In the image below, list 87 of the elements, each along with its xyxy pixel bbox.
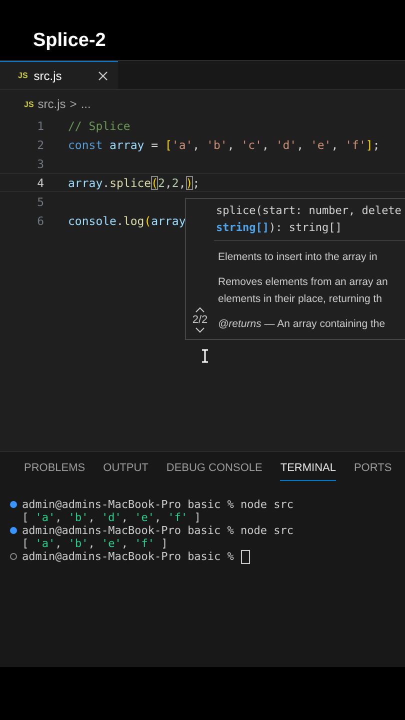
- code-token: 'a': [172, 138, 193, 152]
- breadcrumb-separator: >: [70, 97, 77, 111]
- code-token: ,: [178, 176, 186, 190]
- code-token: ,: [227, 138, 236, 152]
- code-token: =: [150, 138, 160, 152]
- terminal-output-text: ]: [193, 511, 201, 524]
- up-chevron-icon[interactable]: [195, 307, 205, 313]
- line-number: 6: [36, 214, 45, 228]
- video-title: Splice-2: [33, 30, 106, 52]
- terminal-output-text: ,: [55, 537, 63, 550]
- panel-tab[interactable]: DEBUG CONSOLE: [166, 462, 262, 481]
- close-button[interactable]: [98, 70, 108, 80]
- file-type-label: JS: [24, 100, 34, 108]
- code-token: 2: [158, 176, 165, 190]
- code-token: .: [102, 176, 110, 190]
- panel-tab[interactable]: PORTS: [354, 462, 392, 481]
- terminal-output-text: [: [22, 511, 30, 524]
- code-token: array: [110, 138, 144, 152]
- line-number: 2: [36, 138, 45, 152]
- code-token: [: [164, 138, 172, 152]
- overload-counter: 2/2: [192, 314, 208, 326]
- description-text: elements in their place, returning th: [217, 292, 384, 307]
- terminal-output-text: ,: [121, 511, 129, 524]
- code-token: ]: [366, 138, 373, 152]
- terminal-output-text: 'd': [102, 511, 122, 524]
- signature-text: string[]: [216, 221, 269, 234]
- panel-tab[interactable]: PROBLEMS: [24, 462, 86, 481]
- breadcrumb-item[interactable]: src.js: [38, 97, 66, 111]
- terminal-output-text: 'e': [134, 511, 154, 524]
- signature-text: ): string[]: [268, 221, 342, 234]
- code-token: array: [151, 214, 186, 228]
- code-token: (: [151, 176, 158, 190]
- code-token: (: [144, 214, 152, 228]
- file-type-label: JS: [18, 71, 28, 80]
- terminal-output-text: ,: [121, 537, 129, 550]
- file-tab[interactable]: JS src.js: [0, 61, 118, 89]
- code-token: ): [186, 176, 193, 190]
- line-number: 1: [36, 118, 45, 132]
- terminal-prompt: admin@admins-MacBook-Pro basic % node src: [22, 524, 294, 537]
- text-cursor-icon: [201, 349, 209, 363]
- description-text: Removes elements from an array an: [217, 275, 389, 290]
- terminal-output-text: 'f': [134, 537, 154, 550]
- code-token: log: [123, 214, 144, 228]
- parameter-doc: Elements to insert into the array in: [217, 250, 378, 265]
- terminal-prompt: admin@admins-MacBook-Pro basic %: [22, 550, 234, 563]
- terminal-output-text: ,: [55, 511, 63, 524]
- code-token: array: [68, 176, 103, 190]
- line-number: 4: [36, 176, 45, 190]
- code-token: ,: [296, 138, 305, 152]
- line-number: 5: [36, 194, 45, 208]
- terminal-output-text: 'b': [68, 511, 88, 524]
- terminal-output-text: ,: [154, 511, 162, 524]
- code-token: const: [68, 138, 104, 152]
- terminal-output-text: 'a': [35, 511, 56, 524]
- tab-label: src.js: [34, 68, 63, 82]
- panel-tab[interactable]: OUTPUT: [103, 462, 148, 481]
- terminal-output-text: ]: [160, 537, 168, 550]
- code-token: splice: [110, 176, 152, 190]
- terminal-output-text: 'b': [68, 537, 88, 550]
- code-token: ,: [192, 138, 201, 152]
- code-token: console: [68, 214, 116, 228]
- code-token: 'b': [206, 138, 228, 152]
- code-token: ;: [192, 176, 200, 190]
- signature-text: splice(start: number, delete: [216, 204, 402, 217]
- code-token: 'd': [276, 138, 297, 152]
- terminal-prompt: admin@admins-MacBook-Pro basic % node src: [22, 498, 294, 511]
- code-token: 2: [172, 176, 179, 190]
- terminal-output-text: 'a': [35, 537, 56, 550]
- down-chevron-icon[interactable]: [195, 327, 205, 333]
- breadcrumb-item[interactable]: ...: [80, 97, 91, 111]
- terminal-output-text: ,: [88, 511, 96, 524]
- terminal-output-text: [: [22, 537, 30, 550]
- code-token: ;: [372, 138, 380, 152]
- returns-text: @returns — An array containing the: [217, 317, 386, 332]
- line-number: 3: [36, 156, 45, 170]
- code-token: .: [116, 214, 124, 228]
- code-token: ,: [164, 176, 172, 190]
- terminal-output-text: 'f': [168, 511, 188, 524]
- code-token: ,: [262, 138, 270, 152]
- code-token: ,: [331, 138, 340, 152]
- code-token: 'f': [345, 138, 366, 152]
- code-token: 'e': [310, 138, 332, 152]
- terminal-output-text: ,: [88, 537, 96, 550]
- panel-tab[interactable]: TERMINAL: [280, 462, 336, 481]
- code-token: 'c': [241, 138, 262, 152]
- terminal-output-text: 'e': [102, 537, 122, 550]
- code-token: // Splice: [68, 118, 130, 132]
